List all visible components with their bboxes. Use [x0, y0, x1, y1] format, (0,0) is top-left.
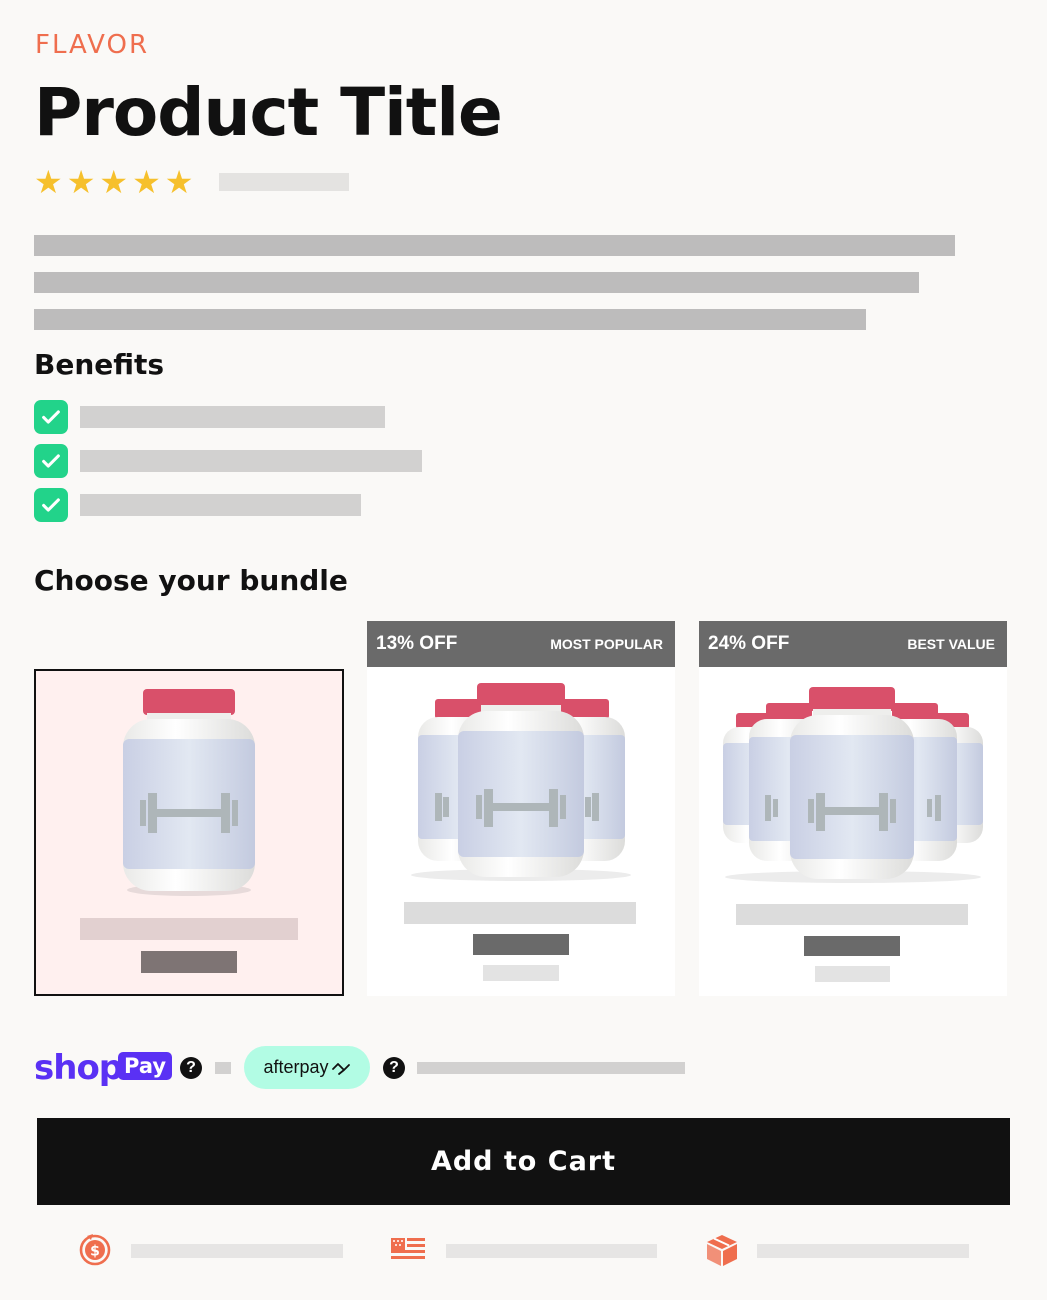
payment-options-row: shop Pay ? afterpay ? [34, 1046, 734, 1090]
benefit-text-placeholder [80, 494, 361, 516]
shipping-box-icon [707, 1235, 737, 1266]
star-icon: ★ [66, 164, 96, 200]
benefit-text-placeholder [80, 406, 385, 428]
bundle-title-placeholder [736, 904, 968, 925]
us-flag-icon [391, 1238, 425, 1259]
installment-text-placeholder [215, 1062, 231, 1074]
bundle-tag: BEST VALUE [907, 636, 995, 652]
help-icon[interactable]: ? [383, 1057, 405, 1079]
product-jar-image [411, 683, 631, 881]
discount-label: 13% OFF [376, 633, 458, 654]
checkmark-icon [34, 444, 68, 478]
description-line-placeholder [34, 272, 919, 293]
afterpay-text-placeholder [417, 1062, 685, 1074]
product-title: Product Title [34, 74, 503, 151]
help-icon[interactable]: ? [180, 1057, 202, 1079]
bundle-option-single[interactable] [34, 669, 344, 996]
checkmark-icon [34, 400, 68, 434]
bundle-title-placeholder [404, 902, 636, 924]
star-icon: ★ [132, 164, 161, 200]
svg-text:$: $ [90, 1244, 100, 1260]
product-jar-image [723, 687, 983, 883]
bundle-option-five-pack[interactable]: 24% OFF BEST VALUE [699, 621, 1007, 996]
star-icon: ★ [34, 164, 63, 200]
afterpay-label: afterpay [263, 1057, 329, 1077]
trust-text-placeholder [131, 1244, 343, 1258]
discount-label: 24% OFF [708, 633, 790, 654]
review-count-placeholder[interactable] [219, 173, 349, 191]
bundle-price-placeholder [141, 951, 237, 973]
bundle-option-three-pack[interactable]: 13% OFF MOST POPULAR [367, 621, 675, 996]
product-jar-image [123, 689, 255, 896]
bundle-ribbon: 13% OFF MOST POPULAR [367, 621, 675, 667]
afterpay-arrows-icon [331, 1062, 350, 1075]
description-line-placeholder [34, 309, 866, 330]
star-icon: ★ [99, 164, 129, 200]
bundle-title-placeholder [80, 918, 298, 940]
add-to-cart-button[interactable]: Add to Cart [37, 1118, 1010, 1205]
bundle-tag: MOST POPULAR [550, 636, 663, 652]
checkmark-icon [34, 488, 68, 522]
afterpay-badge: afterpay [244, 1046, 370, 1089]
bundle-heading: Choose your bundle [34, 564, 348, 597]
bundle-price-placeholder [473, 934, 569, 955]
bundle-savings-placeholder [815, 966, 890, 982]
bundle-ribbon: 24% OFF BEST VALUE [699, 621, 1007, 667]
bundle-savings-placeholder [483, 965, 559, 981]
money-back-icon: $ [79, 1234, 111, 1266]
star-rating[interactable]: ★ ★ ★ ★ ★ [34, 164, 193, 200]
description-line-placeholder [34, 235, 955, 256]
benefits-heading: Benefits [34, 348, 165, 381]
trust-text-placeholder [446, 1244, 657, 1258]
shop-pay-badge: Pay [118, 1052, 173, 1080]
bundle-price-placeholder [804, 936, 900, 956]
trust-text-placeholder [757, 1244, 969, 1258]
benefit-text-placeholder [80, 450, 422, 472]
flavor-label: FLAVOR [35, 30, 150, 60]
shop-pay-logo: shop [34, 1048, 123, 1088]
star-icon: ★ [164, 164, 194, 200]
